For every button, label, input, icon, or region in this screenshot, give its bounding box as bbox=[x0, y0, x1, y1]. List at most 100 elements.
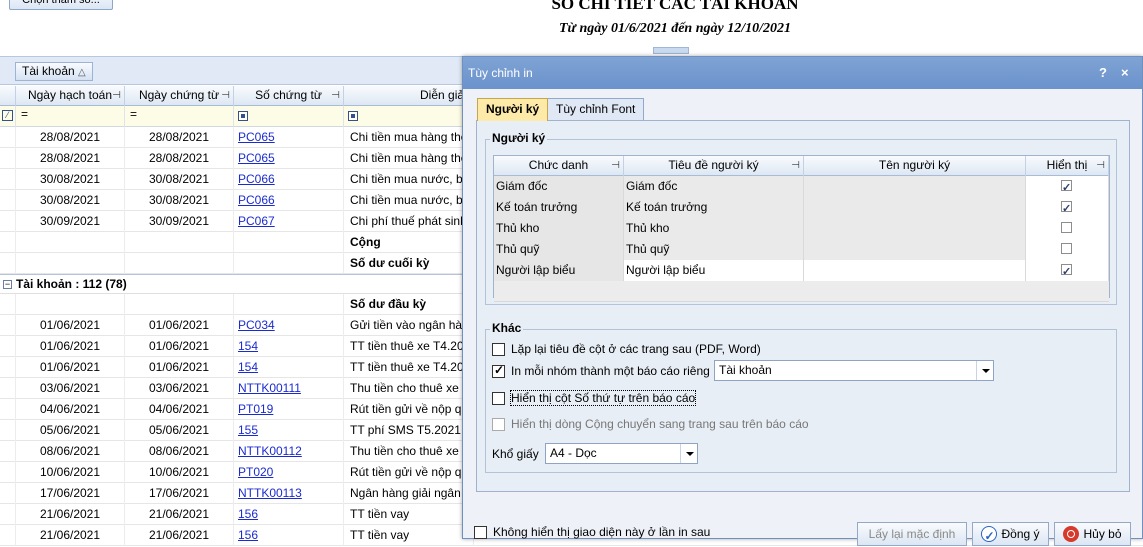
filter-cell-ngay-chung-tu[interactable]: = bbox=[125, 106, 234, 127]
pin-icon[interactable]: ⊣ bbox=[221, 86, 230, 105]
signer-title-cell[interactable]: Người lập biểu bbox=[494, 260, 624, 281]
signer-name-cell[interactable] bbox=[804, 218, 1026, 239]
tab-tuy-chinh-font[interactable]: Tùy chỉnh Font bbox=[547, 98, 645, 120]
filter-cell-dien-giai[interactable] bbox=[344, 106, 474, 127]
column-header-tieu-de[interactable]: Tiêu đề người ký ⊣ bbox=[624, 156, 804, 176]
close-icon[interactable]: × bbox=[1121, 57, 1129, 89]
signer-row[interactable]: Thủ kho Thủ kho bbox=[494, 218, 1109, 239]
collapse-icon[interactable]: − bbox=[3, 280, 12, 289]
filter-cell-hach-toan[interactable]: = bbox=[16, 106, 125, 127]
signer-heading-cell[interactable]: Người lập biểu bbox=[624, 260, 804, 281]
cell-so-chung-tu-text[interactable]: 154 bbox=[238, 339, 258, 353]
per-group-checkbox[interactable] bbox=[492, 363, 505, 378]
cell-ngay-hach-toan-text: 30/09/2021 bbox=[39, 214, 101, 228]
cell-so-chung-tu-text[interactable]: PC065 bbox=[238, 151, 275, 165]
signer-title-cell[interactable]: Kế toán trưởng bbox=[494, 197, 624, 218]
cell-dien-giai: Gửi tiền vào ngân hàng bbox=[344, 315, 474, 336]
signer-row-empty[interactable] bbox=[494, 281, 1109, 302]
signer-visible-cell[interactable] bbox=[1026, 218, 1109, 239]
reset-defaults-button[interactable]: Lấy lại mặc định bbox=[857, 522, 967, 546]
column-header-dien-giai[interactable]: Diễn giả bbox=[344, 86, 474, 106]
signer-name-cell[interactable] bbox=[804, 239, 1026, 260]
per-group-select[interactable]: Tài khoản bbox=[714, 360, 994, 381]
cell-so-chung-tu-text[interactable]: PT019 bbox=[238, 402, 273, 416]
column-header-chuc-danh[interactable]: Chức danh ⊣ bbox=[494, 156, 624, 176]
check-icon bbox=[981, 525, 998, 547]
signer-name-cell[interactable] bbox=[804, 197, 1026, 218]
cell-so-chung-tu-text[interactable]: PC066 bbox=[238, 193, 275, 207]
cell-dien-giai: Chi tiền mua hàng theo bbox=[344, 127, 474, 148]
cell-so-chung-tu-text[interactable]: NTTK00113 bbox=[238, 486, 302, 500]
help-icon[interactable]: ? bbox=[1099, 57, 1107, 89]
signer-visible-checkbox[interactable] bbox=[1061, 178, 1072, 197]
signer-visible-checkbox[interactable] bbox=[1061, 262, 1072, 281]
cell-so-chung-tu-text[interactable]: PC066 bbox=[238, 172, 275, 186]
filter-operator-icon[interactable] bbox=[238, 111, 248, 121]
filter-clear-icon[interactable]: ⁄ bbox=[0, 106, 16, 127]
pin-icon[interactable]: ⊣ bbox=[112, 86, 121, 105]
signer-heading-cell[interactable]: Giám đốc bbox=[624, 176, 804, 197]
column-header-hien-thi[interactable]: Hiển thị ⊣ bbox=[1026, 156, 1109, 176]
pin-icon[interactable]: ⊣ bbox=[1096, 156, 1105, 175]
column-header-so-chung-tu[interactable]: Số chứng từ ⊣ bbox=[234, 86, 344, 106]
show-carry-checkbox[interactable] bbox=[492, 418, 505, 431]
dialog-title-bar[interactable]: Tùy chỉnh in ? × bbox=[463, 57, 1142, 89]
pin-icon[interactable]: ⊣ bbox=[331, 86, 340, 105]
pin-icon[interactable]: ⊣ bbox=[611, 156, 620, 175]
cell-so-chung-tu-text[interactable]: PC065 bbox=[238, 130, 275, 144]
signer-visible-checkbox[interactable] bbox=[1061, 222, 1072, 233]
filter-cell-so-chung-tu[interactable] bbox=[234, 106, 344, 127]
group-chip-account[interactable]: Tài khoản △ bbox=[15, 62, 93, 81]
signer-heading-cell[interactable]: Kế toán trưởng bbox=[624, 197, 804, 218]
cell-dien-giai: TT tiền thuê xe T4.2021 bbox=[344, 336, 474, 357]
cell-ngay-chung-tu: 05/06/2021 bbox=[125, 420, 234, 441]
dont-show-checkbox[interactable] bbox=[474, 526, 487, 539]
signer-name-cell[interactable] bbox=[804, 176, 1026, 197]
cell-so-chung-tu-text[interactable]: 155 bbox=[238, 423, 258, 437]
signer-row[interactable]: Người lập biểu Người lập biểu bbox=[494, 260, 1109, 281]
cell-so-chung-tu-text[interactable]: 156 bbox=[238, 507, 258, 521]
signer-heading-cell[interactable]: Thủ kho bbox=[624, 218, 804, 239]
show-carry-label: Hiển thị dòng Cộng chuyển sang trang sau… bbox=[511, 417, 809, 431]
cell-so-chung-tu-text[interactable]: PT020 bbox=[238, 465, 273, 479]
column-header-ngay-hach-toan[interactable]: Ngày hạch toán ⊣ bbox=[16, 86, 125, 106]
cell-so-chung-tu-text[interactable]: 154 bbox=[238, 360, 258, 374]
signer-visible-checkbox[interactable] bbox=[1061, 243, 1072, 254]
column-header-ngay-chung-tu[interactable]: Ngày chứng từ ⊣ bbox=[125, 86, 234, 106]
signer-heading-cell[interactable]: Thủ quỹ bbox=[624, 239, 804, 260]
show-stt-checkbox[interactable] bbox=[492, 392, 505, 405]
chevron-down-icon[interactable] bbox=[976, 361, 993, 380]
chevron-down-icon[interactable] bbox=[680, 444, 697, 463]
pin-icon[interactable]: ⊣ bbox=[791, 156, 800, 175]
signer-row[interactable]: Thủ quỹ Thủ quỹ bbox=[494, 239, 1109, 260]
cell-dien-giai-text: TT tiền vay bbox=[350, 507, 410, 521]
paper-size-select[interactable]: A4 - Dọc bbox=[545, 443, 698, 464]
cell-so-chung-tu-text[interactable]: PC034 bbox=[238, 318, 275, 332]
tab-nguoi-ky[interactable]: Người ký bbox=[477, 98, 549, 121]
signer-row[interactable]: Giám đốc Giám đốc bbox=[494, 176, 1109, 197]
signer-title-cell[interactable]: Thủ quỹ bbox=[494, 239, 624, 260]
signer-row[interactable]: Kế toán trưởng Kế toán trưởng bbox=[494, 197, 1109, 218]
signer-title-cell[interactable]: Thủ kho bbox=[494, 218, 624, 239]
choose-params-button[interactable]: Chọn tham số... bbox=[9, 0, 113, 10]
signer-visible-cell[interactable] bbox=[1026, 260, 1109, 281]
cell-so-chung-tu-text[interactable]: NTTK00111 bbox=[238, 381, 301, 395]
signer-visible-checkbox[interactable] bbox=[1061, 199, 1072, 218]
repeat-header-label: Lặp lại tiêu đề cột ở các trang sau (PDF… bbox=[511, 342, 761, 356]
splitter-grip[interactable] bbox=[653, 47, 689, 54]
filter-operator-icon[interactable] bbox=[348, 111, 358, 121]
signer-visible-cell[interactable] bbox=[1026, 239, 1109, 260]
cell-so-chung-tu-text[interactable]: PC067 bbox=[238, 214, 275, 228]
ok-button[interactable]: Đồng ý bbox=[972, 522, 1049, 547]
cancel-button[interactable]: Hủy bỏ bbox=[1054, 522, 1131, 546]
cell-ngay-chung-tu: 21/06/2021 bbox=[125, 525, 234, 546]
repeat-header-checkbox[interactable] bbox=[492, 343, 505, 356]
signer-name-cell[interactable] bbox=[804, 260, 1026, 281]
signer-title-cell[interactable]: Giám đốc bbox=[494, 176, 624, 197]
signer-visible-cell[interactable] bbox=[1026, 176, 1109, 197]
cell-so-chung-tu-text[interactable]: 156 bbox=[238, 528, 258, 542]
row-indicator bbox=[0, 190, 16, 211]
column-header-ten-nguoi-ky[interactable]: Tên người ký bbox=[804, 156, 1026, 176]
signer-visible-cell[interactable] bbox=[1026, 197, 1109, 218]
cell-so-chung-tu-text[interactable]: NTTK00112 bbox=[238, 444, 302, 458]
